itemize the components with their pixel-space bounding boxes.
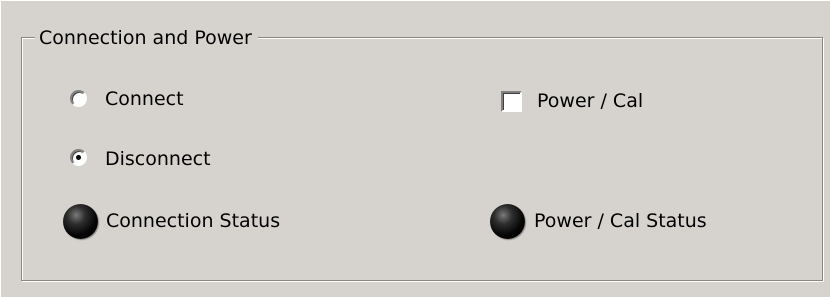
power-cal-checkbox-label[interactable]: Power / Cal xyxy=(537,89,643,113)
connect-radio[interactable] xyxy=(70,90,87,107)
power-cal-checkbox[interactable] xyxy=(501,91,522,112)
power-cal-status-label: Power / Cal Status xyxy=(534,210,707,232)
groupbox-title: Connection and Power xyxy=(35,26,258,50)
connect-radio-label[interactable]: Connect xyxy=(105,87,184,111)
power-cal-status-led-icon xyxy=(490,204,525,239)
connection-status-label: Connection Status xyxy=(106,210,281,232)
disconnect-radio[interactable] xyxy=(70,149,87,166)
radio-selected-dot xyxy=(76,155,81,160)
dialog-panel: Connection and Power Connect Disconnect … xyxy=(0,0,830,297)
disconnect-radio-label[interactable]: Disconnect xyxy=(105,147,211,171)
connection-status-led-icon xyxy=(63,204,98,239)
